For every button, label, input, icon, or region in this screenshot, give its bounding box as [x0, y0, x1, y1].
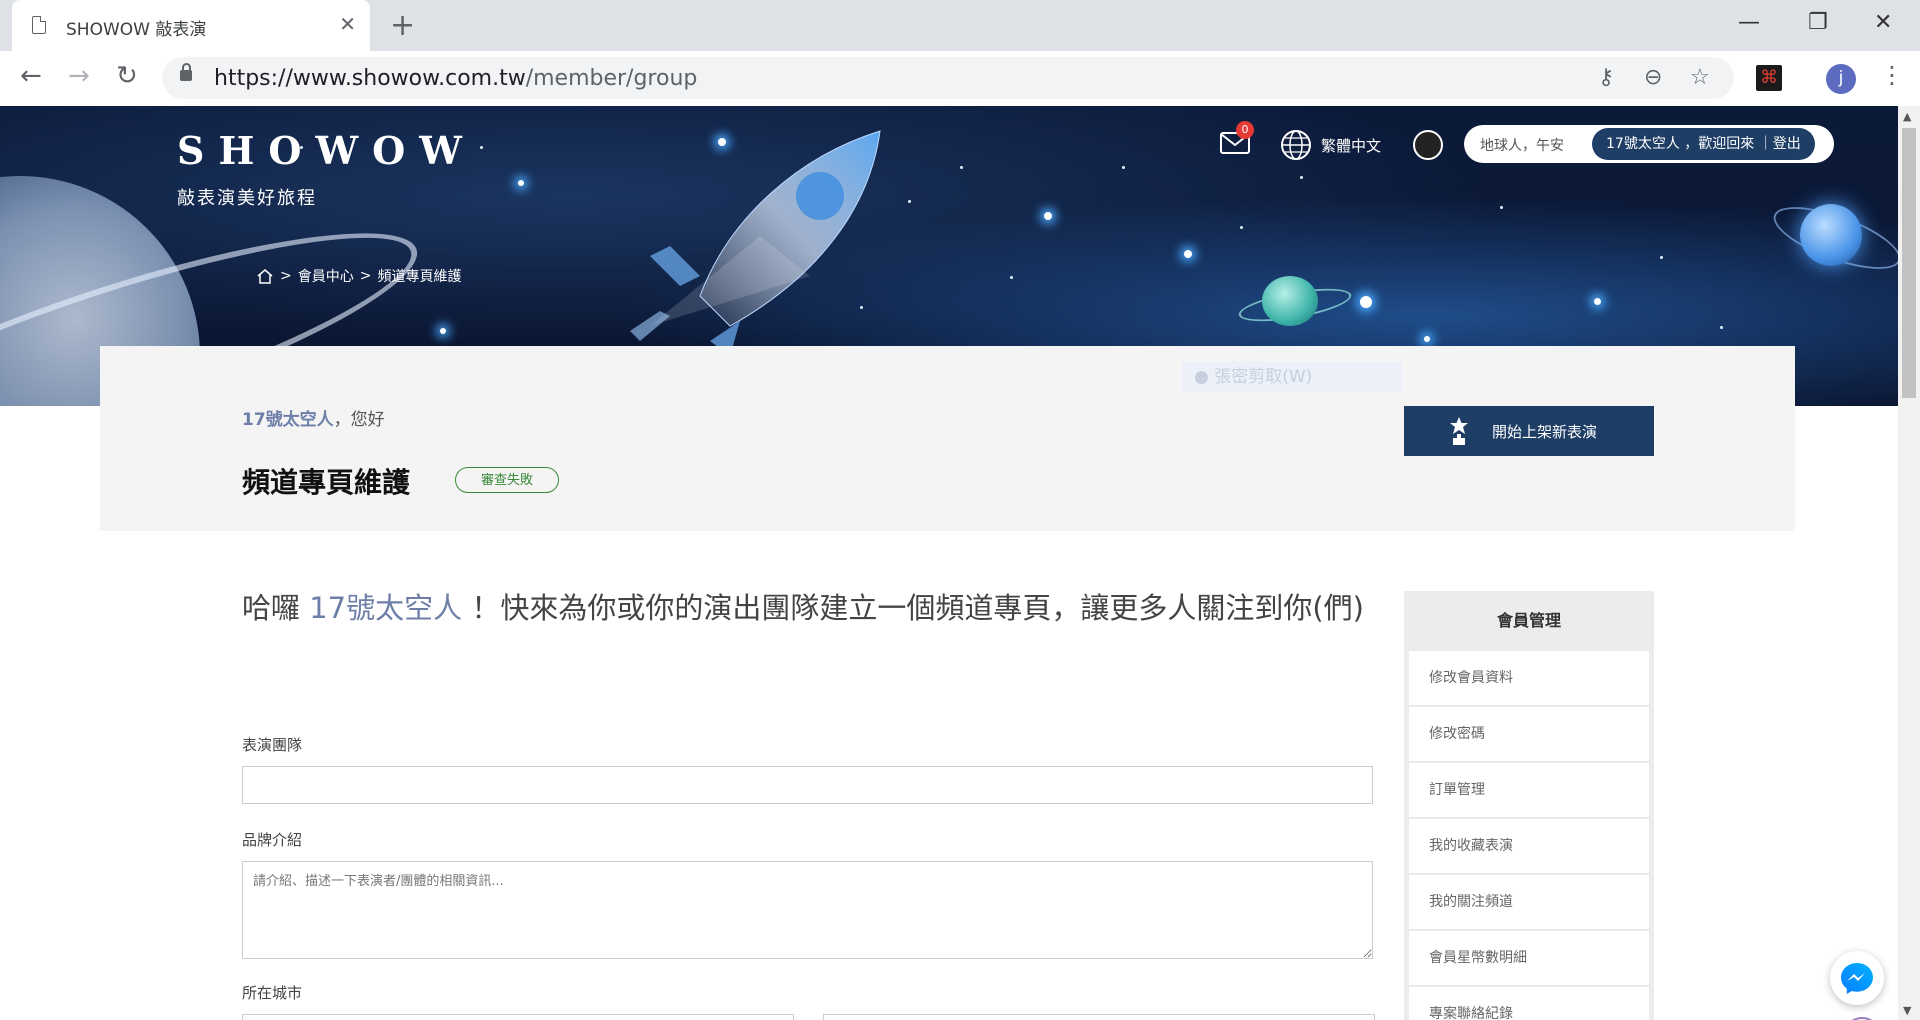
star	[1500, 206, 1503, 209]
pdf-extension-icon[interactable]: ⌘	[1756, 65, 1782, 91]
sidebar-item-orders[interactable]: 訂單管理	[1409, 763, 1649, 818]
star	[960, 166, 963, 169]
brand-tagline: 敲表演美好旅程	[177, 188, 317, 209]
page-icon	[32, 16, 46, 34]
tab-title: SHOWOW 敲表演	[66, 20, 207, 40]
close-tab-icon[interactable]: ✕	[339, 12, 356, 36]
ghost-tooltip: ● 張密剪取(W)	[1182, 362, 1402, 392]
headline-username: 17號太空人	[309, 591, 463, 625]
welcome-logout-link[interactable]: 17號太空人 ，歡迎回來 ｜登出	[1592, 128, 1815, 160]
star	[1660, 256, 1663, 259]
sidebar-item-edit-profile[interactable]: 修改會員資料	[1409, 651, 1649, 706]
scroll-up-arrow-icon[interactable]: ▲	[1903, 110, 1911, 123]
minimize-icon[interactable]: —	[1738, 10, 1760, 35]
brand-intro-textarea[interactable]	[242, 861, 1373, 959]
messenger-icon	[1841, 963, 1873, 994]
breadcrumb: > 會員中心 > 頻道專頁維護	[256, 266, 461, 286]
page-scrollbar[interactable]: ▲ ▼	[1898, 106, 1920, 1020]
brand-name[interactable]: SHOWOW	[177, 128, 476, 173]
star	[1720, 326, 1723, 329]
trophy-icon	[1450, 417, 1468, 445]
user-avatar-icon[interactable]	[1413, 130, 1443, 160]
browser-tab[interactable]: SHOWOW 敲表演 ✕	[12, 0, 370, 51]
browser-toolbar: ← → ↻ https://www.showow.com.tw/member/g…	[0, 51, 1920, 107]
form-headline: 哈囉 17號太空人 ！快來為你或你的演出團隊建立一個頻道專頁，讓更多人關注到你(…	[242, 588, 1377, 628]
star	[440, 328, 446, 334]
greeting-text: 地球人，午安	[1480, 138, 1564, 154]
planet-right-illustration	[1800, 204, 1862, 266]
home-icon[interactable]	[256, 268, 274, 284]
browser-menu-icon[interactable]: ⋮	[1880, 61, 1904, 89]
sidebar-item-favorite-shows[interactable]: 我的收藏表演	[1409, 819, 1649, 874]
publish-new-show-button[interactable]: 開始上架新表演	[1404, 406, 1654, 456]
browser-tab-strip: SHOWOW 敲表演 ✕ + — ❐ ✕	[0, 0, 1920, 51]
star	[1122, 166, 1125, 169]
publish-button-label: 開始上架新表演	[1492, 424, 1598, 441]
status-badge: 審查失敗	[455, 467, 559, 493]
scroll-down-arrow-icon[interactable]: ▼	[1903, 1004, 1911, 1017]
star	[1360, 296, 1372, 308]
planet-mid-illustration	[1262, 276, 1318, 326]
mail-count-badge: 0	[1236, 121, 1254, 139]
brand-intro-label: 品牌介紹	[242, 831, 303, 849]
messenger-chat-button[interactable]	[1830, 951, 1884, 1005]
user-greeting-pill: 地球人，午安 17號太空人 ，歡迎回來 ｜登出	[1464, 125, 1834, 163]
breadcrumb-current: 頻道專頁維護	[377, 269, 462, 285]
team-name-input[interactable]	[242, 766, 1373, 804]
address-bar[interactable]: https://www.showow.com.tw/member/group ⚷…	[162, 57, 1734, 99]
restore-icon[interactable]: ❐	[1808, 10, 1828, 35]
star	[1010, 276, 1013, 279]
star	[1184, 250, 1192, 258]
team-field-label: 表演團隊	[242, 736, 303, 754]
star	[518, 180, 524, 186]
star	[1300, 176, 1303, 179]
headline-prefix: 哈囉	[242, 591, 310, 625]
city-field-label: 所在城市	[242, 984, 303, 1002]
language-selector[interactable]: 繁體中文	[1321, 135, 1381, 156]
back-icon[interactable]: ←	[20, 61, 42, 91]
url-host: https://www.showow.com.tw	[214, 66, 526, 91]
sidebar-item-star-coins[interactable]: 會員星幣數明細	[1409, 931, 1649, 986]
sidebar-title: 會員管理	[1496, 611, 1561, 630]
sidebar-item-change-password[interactable]: 修改密碼	[1409, 707, 1649, 762]
lock-icon	[180, 63, 192, 81]
hello-suffix: ，您好	[333, 410, 385, 430]
scrollbar-thumb[interactable]	[1902, 128, 1916, 398]
star	[1044, 212, 1052, 220]
showow-logo-icon	[61, 129, 151, 205]
url-text[interactable]: https://www.showow.com.tw/member/group	[214, 66, 697, 91]
window-close-icon[interactable]: ✕	[1874, 10, 1892, 35]
headline-suffix: ！快來為你或你的演出團隊建立一個頻道專頁，讓更多人關注到你(們)	[462, 591, 1364, 625]
star	[1594, 298, 1601, 305]
star	[1424, 336, 1430, 342]
breadcrumb-separator: >	[359, 268, 372, 284]
hello-username: 17號太空人	[242, 410, 334, 430]
star	[480, 146, 483, 149]
zoom-out-icon[interactable]: ⊖	[1644, 65, 1662, 90]
new-tab-icon[interactable]: +	[390, 8, 415, 43]
rocket-illustration	[630, 130, 881, 346]
city-select[interactable]	[242, 1014, 794, 1020]
bookmark-star-icon[interactable]: ☆	[1690, 65, 1710, 90]
breadcrumb-member-center[interactable]: 會員中心	[298, 266, 354, 286]
district-select[interactable]	[823, 1014, 1375, 1020]
hello-text: 17號太空人，您好	[242, 405, 385, 430]
sidebar-item-followed-channels[interactable]: 我的關注頻道	[1409, 875, 1649, 930]
forward-icon[interactable]: →	[68, 61, 90, 91]
reload-icon[interactable]: ↻	[116, 61, 138, 91]
profile-avatar[interactable]: j	[1826, 64, 1856, 94]
page-title: 頻道專頁維護	[242, 466, 411, 499]
globe-icon[interactable]	[1280, 129, 1312, 161]
sidebar-item-project-contacts[interactable]: 專案聯絡紀錄	[1409, 987, 1649, 1020]
star	[1240, 226, 1243, 229]
breadcrumb-separator: >	[280, 268, 292, 284]
url-path: /member/group	[525, 66, 698, 91]
key-icon[interactable]: ⚷	[1598, 65, 1614, 90]
page-viewport: SHOWOW 敲表演美好旅程 > 會員中心 > 頻道專頁維護 0 繁體中文 地球…	[0, 106, 1898, 1020]
member-sidebar: 會員管理 修改會員資料 修改密碼 訂單管理 我的收藏表演 我的關注頻道 會員星幣…	[1404, 591, 1654, 1020]
